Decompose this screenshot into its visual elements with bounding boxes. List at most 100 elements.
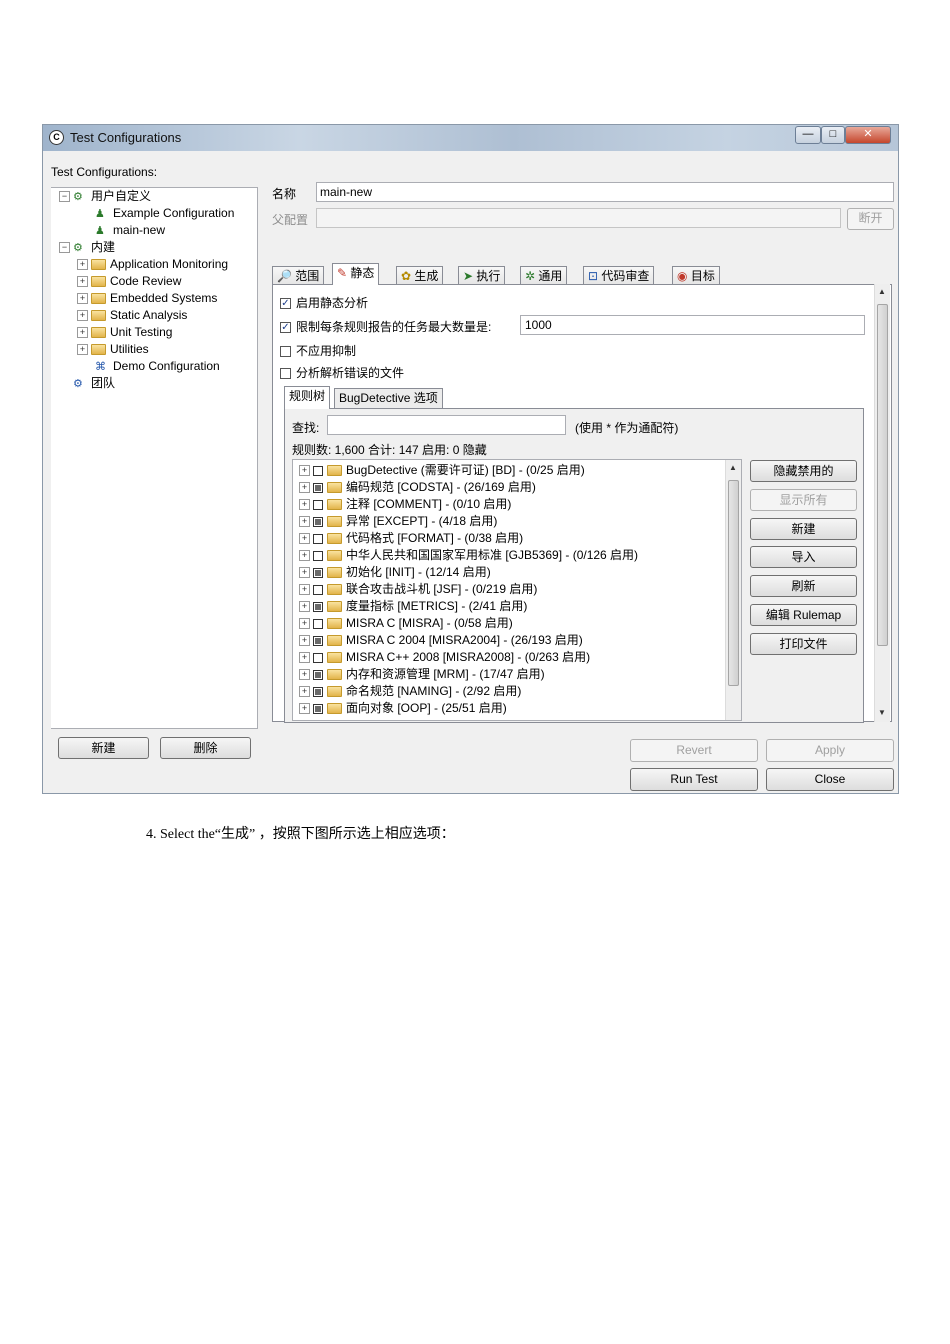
panel-scrollbar[interactable]: ▲ ▼ xyxy=(874,284,890,722)
subtab-rule-tree[interactable]: 规则树 xyxy=(284,386,331,409)
maximize-button[interactable]: □ xyxy=(821,126,845,144)
expand-icon[interactable]: + xyxy=(299,533,310,545)
tab-static[interactable]: ✎ 静态 xyxy=(332,263,380,285)
collapse-icon[interactable]: − xyxy=(59,242,70,254)
tree-node-utilities[interactable]: + Utilities xyxy=(77,341,149,358)
rule-checkbox[interactable] xyxy=(313,703,323,714)
refresh-button[interactable]: 刷新 xyxy=(750,575,857,597)
tree-node-builtin[interactable]: − ⚙ 内建 xyxy=(59,239,115,256)
rule-category-row[interactable]: + 初始化 [INIT] - (12/14 启用) xyxy=(299,564,491,581)
expand-icon[interactable]: + xyxy=(77,276,88,288)
limit-tasks-option[interactable]: 限制每条规则报告的任务最大数量是: xyxy=(280,318,491,335)
rule-category-row[interactable]: + 度量指标 [METRICS] - (2/41 启用) xyxy=(299,598,527,615)
tree-node-code-review[interactable]: + Code Review xyxy=(77,273,181,290)
revert-button[interactable]: Revert xyxy=(630,739,758,762)
rule-checkbox[interactable] xyxy=(313,635,323,646)
expand-icon[interactable]: + xyxy=(299,482,310,494)
enable-static-option[interactable]: 启用静态分析 xyxy=(280,294,368,311)
rule-category-row[interactable]: + 代码格式 [FORMAT] - (0/38 启用) xyxy=(299,530,523,547)
parent-config-input[interactable] xyxy=(316,208,841,228)
expand-icon[interactable]: + xyxy=(299,601,310,613)
rule-category-row[interactable]: + 命名规范 [NAMING] - (2/92 启用) xyxy=(299,683,521,700)
rules-scrollbar[interactable]: ▲ xyxy=(725,460,741,720)
expand-icon[interactable]: + xyxy=(77,293,88,305)
expand-icon[interactable]: + xyxy=(299,652,310,664)
rule-checkbox[interactable] xyxy=(313,567,323,578)
rule-checkbox[interactable] xyxy=(313,686,323,697)
rule-category-row[interactable]: + MISRA C++ 2008 [MISRA2008] - (0/263 启用) xyxy=(299,649,590,666)
no-suppress-checkbox[interactable] xyxy=(280,346,291,358)
expand-icon[interactable]: + xyxy=(299,703,310,715)
expand-icon[interactable]: + xyxy=(299,686,310,698)
rule-checkbox[interactable] xyxy=(313,482,323,493)
tree-node-embedded-systems[interactable]: + Embedded Systems xyxy=(77,290,217,307)
scroll-down-icon[interactable]: ▼ xyxy=(878,708,886,717)
rule-category-row[interactable]: + 内存和资源管理 [MRM] - (17/47 启用) xyxy=(299,666,545,683)
no-suppress-option[interactable]: 不应用抑制 xyxy=(280,342,356,359)
tree-node-static-analysis[interactable]: + Static Analysis xyxy=(77,307,187,324)
minimize-button[interactable]: — xyxy=(795,126,821,144)
delete-config-button[interactable]: 删除 xyxy=(160,737,251,759)
limit-tasks-checkbox[interactable] xyxy=(280,322,291,334)
tab-target[interactable]: ◉ 目标 xyxy=(672,266,720,285)
tree-node-application-monitoring[interactable]: + Application Monitoring xyxy=(77,256,228,273)
expand-icon[interactable]: + xyxy=(77,310,88,322)
tree-node-user-defined[interactable]: − ⚙ 用户自定义 xyxy=(59,188,151,205)
rule-category-row[interactable]: + MISRA C [MISRA] - (0/58 启用) xyxy=(299,615,513,632)
rule-checkbox[interactable] xyxy=(313,601,323,612)
configuration-tree[interactable]: − ⚙ 用户自定义 ♟ Example Configuration ♟ main-new… xyxy=(51,187,258,729)
rule-checkbox[interactable] xyxy=(313,465,323,476)
rule-checkbox[interactable] xyxy=(313,669,323,680)
expand-icon[interactable]: + xyxy=(77,344,88,356)
rule-checkbox[interactable] xyxy=(313,499,323,510)
title-bar[interactable]: C Test Configurations — □ ✕ xyxy=(43,125,898,151)
rule-category-row[interactable]: + BugDetective (需要许可证) [BD] - (0/25 启用) xyxy=(299,462,585,479)
tab-common[interactable]: ✲ 通用 xyxy=(520,266,568,285)
rule-category-row[interactable]: + MISRA C 2004 [MISRA2004] - (26/193 启用) xyxy=(299,632,583,649)
tab-execute[interactable]: ➤ 执行 xyxy=(458,266,506,285)
expand-icon[interactable]: + xyxy=(299,516,310,528)
expand-icon[interactable]: + xyxy=(77,327,88,339)
tree-node-demo-configuration[interactable]: ⌘ Demo Configuration xyxy=(95,358,220,375)
expand-icon[interactable]: + xyxy=(299,499,310,511)
apply-button[interactable]: Apply xyxy=(766,739,894,762)
expand-icon[interactable]: + xyxy=(299,669,310,681)
hide-disabled-button[interactable]: 隐藏禁用的 xyxy=(750,460,857,482)
tab-generate[interactable]: ✿ 生成 xyxy=(396,266,444,285)
rule-category-row[interactable]: + 编码规范 [CODSTA] - (26/169 启用) xyxy=(299,479,536,496)
tab-code-review[interactable]: ⊡ 代码审查 xyxy=(583,266,655,285)
disconnect-button[interactable]: 断开 xyxy=(847,208,894,230)
rule-checkbox[interactable] xyxy=(313,550,323,561)
collapse-icon[interactable]: − xyxy=(59,191,70,203)
rule-category-row[interactable]: + 异常 [EXCEPT] - (4/18 启用) xyxy=(299,513,497,530)
rule-category-row[interactable]: + 中华人民共和国国家军用标准 [GJB5369] - (0/126 启用) xyxy=(299,547,638,564)
rule-category-row[interactable]: + 面向对象 [OOP] - (25/51 启用) xyxy=(299,700,507,717)
parse-errors-option[interactable]: 分析解析错误的文件 xyxy=(280,364,404,381)
parse-errors-checkbox[interactable] xyxy=(280,368,291,380)
scroll-up-icon[interactable]: ▲ xyxy=(729,463,737,472)
print-button[interactable]: 打印文件 xyxy=(750,633,857,655)
run-test-button[interactable]: Run Test xyxy=(630,768,758,791)
tab-scope[interactable]: 🔎 范围 xyxy=(272,266,325,285)
close-button[interactable]: Close xyxy=(766,768,894,791)
rule-category-row[interactable]: + 联合攻击战斗机 [JSF] - (0/219 启用) xyxy=(299,581,537,598)
import-button[interactable]: 导入 xyxy=(750,546,857,568)
expand-icon[interactable]: + xyxy=(299,567,310,579)
rules-scroll-thumb[interactable] xyxy=(728,480,739,686)
rule-checkbox[interactable] xyxy=(313,533,323,544)
new-config-button[interactable]: 新建 xyxy=(58,737,149,759)
edit-rulemap-button[interactable]: 编辑 Rulemap xyxy=(750,604,857,626)
rule-checkbox[interactable] xyxy=(313,652,323,663)
new-rule-button[interactable]: 新建 xyxy=(750,518,857,540)
name-input[interactable]: main-new xyxy=(316,182,894,202)
rule-checkbox[interactable] xyxy=(313,584,323,595)
close-window-button[interactable]: ✕ xyxy=(845,126,891,144)
rule-checkbox[interactable] xyxy=(313,618,323,629)
enable-static-checkbox[interactable] xyxy=(280,298,291,310)
tree-node-unit-testing[interactable]: + Unit Testing xyxy=(77,324,172,341)
panel-scroll-thumb[interactable] xyxy=(877,304,888,646)
rule-checkbox[interactable] xyxy=(313,516,323,527)
limit-value-input[interactable]: 1000 xyxy=(520,315,865,335)
tree-node-main-new[interactable]: ♟ main-new xyxy=(95,222,165,239)
expand-icon[interactable]: + xyxy=(299,635,310,647)
